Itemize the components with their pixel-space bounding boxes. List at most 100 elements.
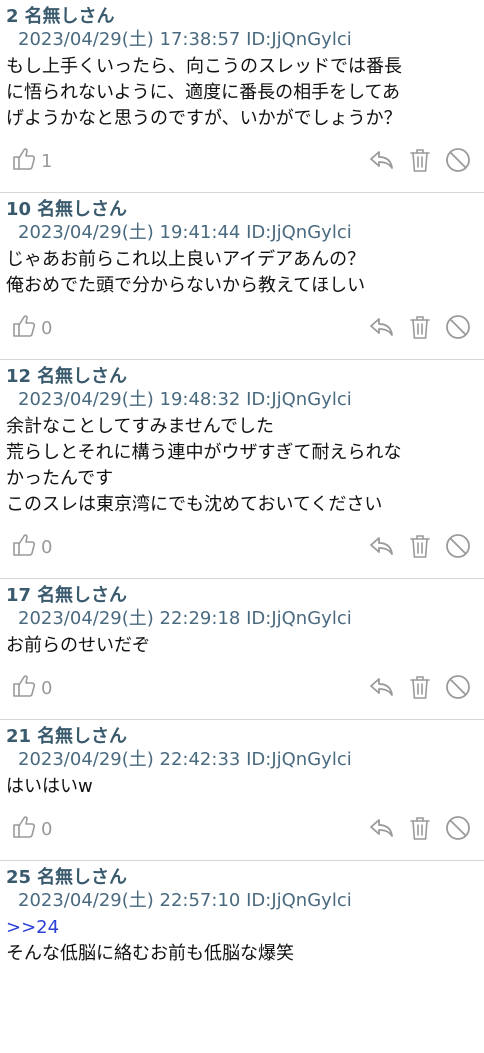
post-text-line: このスレは東京湾にでも沈めておいてください bbox=[6, 494, 383, 515]
reply-anchor-link[interactable]: >>24 bbox=[6, 915, 478, 941]
post-header: 2 名無しさん bbox=[6, 6, 478, 28]
like-button[interactable]: 0 bbox=[10, 313, 52, 343]
poster-id[interactable]: ID:JjQnGylci bbox=[246, 29, 352, 50]
post-text-line: 俺おめでた頭で分からないから教えてほしい bbox=[6, 275, 366, 296]
post-text-line: げようかなと思うのですが、いかがでしょうか？ bbox=[6, 108, 402, 129]
post-datetime: 2023/04/29(土) 19:41:44 bbox=[18, 222, 241, 243]
post-actions: 0 bbox=[6, 659, 478, 719]
post-body: お前らのせいだぞ bbox=[6, 633, 478, 659]
thread-list: 2 名無しさん 2023/04/29(土) 17:38:57 ID:JjQnGylc… bbox=[0, 0, 484, 967]
post-header: 10 名無しさん bbox=[6, 199, 478, 221]
post-number[interactable]: 12 bbox=[6, 366, 31, 387]
post-body: はいはいw bbox=[6, 774, 478, 800]
poster-name: 名無しさん bbox=[24, 6, 115, 27]
post-actions: 0 bbox=[6, 299, 478, 359]
thumbs-up-icon bbox=[10, 145, 38, 178]
post-header: 12 名無しさん bbox=[6, 366, 478, 388]
poster-name: 名無しさん bbox=[37, 366, 128, 387]
post-datetime: 2023/04/29(土) 22:42:33 bbox=[18, 749, 241, 770]
delete-button[interactable] bbox=[406, 532, 434, 560]
like-count: 0 bbox=[41, 677, 53, 699]
post-meta: 2023/04/29(土) 22:29:18 ID:JjQnGylci bbox=[6, 607, 478, 631]
poster-name: 名無しさん bbox=[37, 199, 128, 220]
post-text-line: 余計なことしてすみませんでした bbox=[6, 416, 275, 437]
like-button[interactable]: 0 bbox=[10, 814, 52, 844]
delete-button[interactable] bbox=[406, 313, 434, 341]
post-datetime: 2023/04/29(土) 17:38:57 bbox=[18, 29, 241, 50]
post-header: 21 名無しさん bbox=[6, 726, 478, 748]
like-count: 0 bbox=[41, 536, 53, 558]
post-text-line: はいはいw bbox=[6, 776, 93, 797]
post-datetime: 2023/04/29(土) 22:29:18 bbox=[18, 608, 241, 629]
post-body: >>24 そんな低脳に絡むお前も低脳な爆笑 bbox=[6, 915, 478, 967]
block-icon bbox=[444, 148, 472, 178]
thumbs-up-icon bbox=[10, 672, 38, 705]
post: 10 名無しさん 2023/04/29(土) 19:41:44 ID:JjQnGyl… bbox=[0, 193, 484, 360]
reply-arrow-icon bbox=[368, 819, 396, 846]
post-action-icons bbox=[368, 532, 472, 560]
like-count: 1 bbox=[41, 150, 53, 172]
post-text-line: 荒らしとそれに構う連中がウザすぎて耐えられな bbox=[6, 442, 402, 463]
poster-id[interactable]: ID:JjQnGylci bbox=[246, 608, 352, 629]
poster-id[interactable]: ID:JjQnGylci bbox=[246, 222, 352, 243]
poster-id[interactable]: ID:JjQnGylci bbox=[246, 749, 352, 770]
post-body: もし上手くいったら、向こうのスレッドでは番長 に悟られないように、適度に番長の相手… bbox=[6, 54, 478, 132]
trash-icon bbox=[406, 676, 434, 705]
post-meta: 2023/04/29(土) 17:38:57 ID:JjQnGylci bbox=[6, 28, 478, 52]
poster-name: 名無しさん bbox=[37, 867, 128, 888]
post-action-icons bbox=[368, 313, 472, 341]
post-number[interactable]: 21 bbox=[6, 726, 31, 747]
like-button[interactable]: 1 bbox=[10, 146, 52, 176]
thumbs-up-icon bbox=[10, 813, 38, 846]
post: 21 名無しさん 2023/04/29(土) 22:42:33 ID:JjQnGyl… bbox=[0, 720, 484, 861]
reply-arrow-icon bbox=[368, 678, 396, 705]
like-button[interactable]: 0 bbox=[10, 673, 52, 703]
block-icon bbox=[444, 675, 472, 705]
post-meta: 2023/04/29(土) 22:57:10 ID:JjQnGylci bbox=[6, 889, 478, 913]
post-number[interactable]: 2 bbox=[6, 6, 19, 27]
reply-button[interactable] bbox=[368, 313, 396, 341]
delete-button[interactable] bbox=[406, 146, 434, 174]
post-action-icons bbox=[368, 146, 472, 174]
post-header: 17 名無しさん bbox=[6, 585, 478, 607]
post-text-line: に悟られないように、適度に番長の相手をしてあ bbox=[6, 82, 401, 103]
delete-button[interactable] bbox=[406, 673, 434, 701]
post-datetime: 2023/04/29(土) 19:48:32 bbox=[18, 389, 241, 410]
thumbs-up-icon bbox=[10, 312, 38, 345]
post-number[interactable]: 25 bbox=[6, 867, 31, 888]
post-meta: 2023/04/29(土) 19:41:44 ID:JjQnGylci bbox=[6, 221, 478, 245]
post-actions: 0 bbox=[6, 518, 478, 578]
post-number[interactable]: 17 bbox=[6, 585, 31, 606]
poster-name: 名無しさん bbox=[37, 585, 128, 606]
reply-button[interactable] bbox=[368, 814, 396, 842]
post-number[interactable]: 10 bbox=[6, 199, 31, 220]
reply-arrow-icon bbox=[368, 318, 396, 345]
post-meta: 2023/04/29(土) 22:42:33 ID:JjQnGylci bbox=[6, 748, 478, 772]
reply-arrow-icon bbox=[368, 151, 396, 178]
block-button[interactable] bbox=[444, 146, 472, 174]
post-actions: 1 bbox=[6, 132, 478, 192]
post-meta: 2023/04/29(土) 19:48:32 ID:JjQnGylci bbox=[6, 388, 478, 412]
trash-icon bbox=[406, 316, 434, 345]
post: 2 名無しさん 2023/04/29(土) 17:38:57 ID:JjQnGylc… bbox=[0, 0, 484, 193]
reply-button[interactable] bbox=[368, 673, 396, 701]
like-button[interactable]: 0 bbox=[10, 532, 52, 562]
poster-id[interactable]: ID:JjQnGylci bbox=[246, 389, 352, 410]
post-action-icons bbox=[368, 673, 472, 701]
post-text-line: お前らのせいだぞ bbox=[6, 635, 150, 656]
post-text-line: そんな低脳に絡むお前も低脳な爆笑 bbox=[6, 943, 294, 964]
block-button[interactable] bbox=[444, 673, 472, 701]
delete-button[interactable] bbox=[406, 814, 434, 842]
post-datetime: 2023/04/29(土) 22:57:10 bbox=[18, 890, 241, 911]
block-button[interactable] bbox=[444, 814, 472, 842]
trash-icon bbox=[406, 535, 434, 564]
post: 17 名無しさん 2023/04/29(土) 22:29:18 ID:JjQnGyl… bbox=[0, 579, 484, 720]
like-count: 0 bbox=[41, 818, 53, 840]
block-button[interactable] bbox=[444, 313, 472, 341]
poster-id[interactable]: ID:JjQnGylci bbox=[246, 890, 352, 911]
trash-icon bbox=[406, 817, 434, 846]
block-button[interactable] bbox=[444, 532, 472, 560]
reply-button[interactable] bbox=[368, 146, 396, 174]
post: 12 名無しさん 2023/04/29(土) 19:48:32 ID:JjQnGyl… bbox=[0, 360, 484, 579]
reply-button[interactable] bbox=[368, 532, 396, 560]
